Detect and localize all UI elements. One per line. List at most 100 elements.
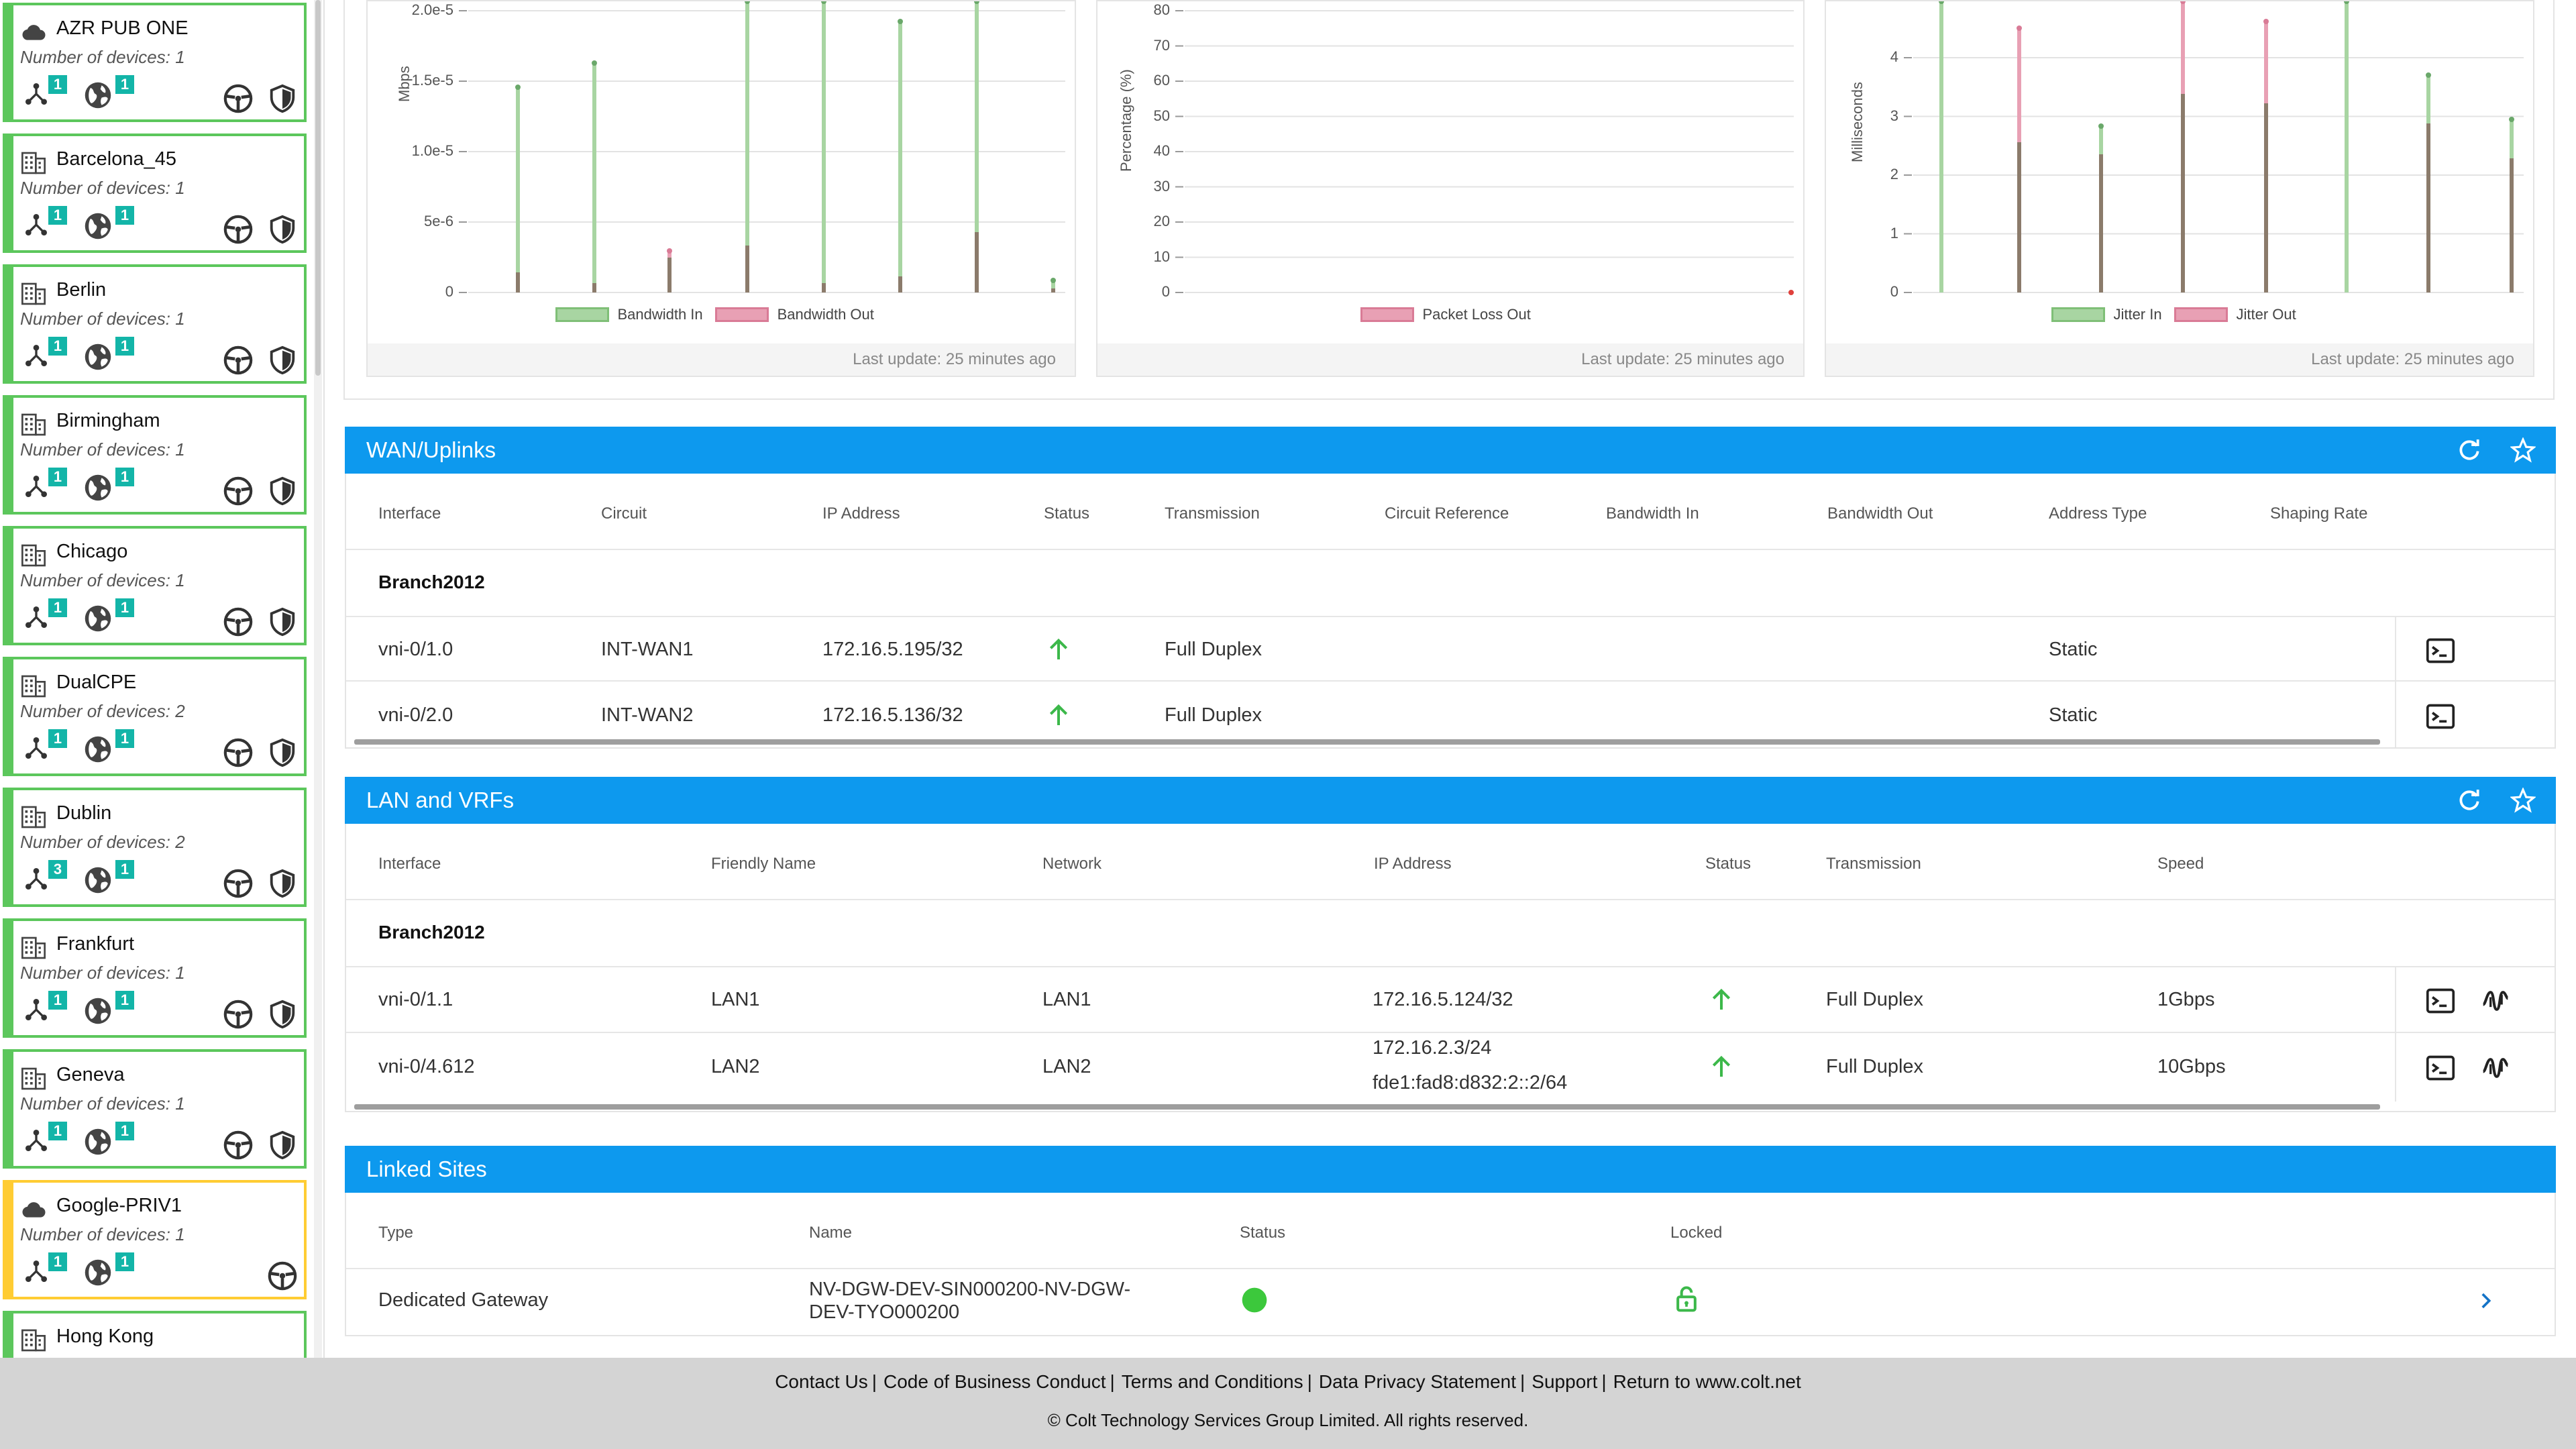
column-header[interactable]: Type	[378, 1224, 413, 1242]
steering-icon[interactable]	[223, 737, 254, 768]
footer-link[interactable]: Return to www.colt.net	[1613, 1371, 1801, 1392]
terminal-icon[interactable]	[2424, 702, 2457, 735]
column-header[interactable]: Locked	[1670, 1224, 1722, 1242]
column-header[interactable]: Interface	[378, 855, 441, 873]
column-header[interactable]: Bandwidth In	[1606, 504, 1699, 523]
ip-address-cell: 172.16.5.124/32	[1373, 989, 1513, 1010]
legend-label-jitter-out[interactable]: Jitter Out	[2237, 306, 2296, 323]
shield-icon[interactable]	[267, 476, 298, 506]
column-header[interactable]: Speed	[2157, 855, 2204, 873]
globe-count-badge: 1	[115, 1122, 134, 1140]
column-header[interactable]: IP Address	[822, 504, 900, 523]
column-header[interactable]: Status	[1240, 1224, 1285, 1242]
footer-link[interactable]: Terms and Conditions	[1122, 1371, 1303, 1392]
favorite-star-icon[interactable]	[2510, 437, 2536, 463]
site-card[interactable]: Barcelona_45 Number of devices: 1 1 1	[3, 133, 307, 253]
site-card[interactable]: Geneva Number of devices: 1 1 1	[3, 1049, 307, 1169]
site-name[interactable]: Frankfurt	[56, 933, 134, 955]
shield-icon[interactable]	[267, 999, 298, 1030]
column-header[interactable]: Friendly Name	[711, 855, 816, 873]
steering-icon[interactable]	[223, 214, 254, 245]
site-name[interactable]: Berlin	[56, 279, 106, 301]
shield-icon[interactable]	[267, 83, 298, 114]
shield-icon[interactable]	[267, 214, 298, 245]
column-header[interactable]: Transmission	[1165, 504, 1260, 523]
terminal-icon[interactable]	[2424, 636, 2457, 669]
footer-link[interactable]: Data Privacy Statement	[1319, 1371, 1516, 1392]
table-row[interactable]: vni-0/4.612 LAN2 LAN2 172.16.2.3/24 fde1:fad…	[346, 1033, 2555, 1102]
column-header[interactable]: Circuit Reference	[1385, 504, 1509, 523]
column-header[interactable]: Interface	[378, 504, 441, 523]
site-card[interactable]: Dublin Number of devices: 2 3 1	[3, 788, 307, 907]
lock-open-icon[interactable]	[1672, 1284, 1701, 1317]
steering-icon[interactable]	[223, 1130, 254, 1161]
footer-link[interactable]: Code of Business Conduct	[883, 1371, 1106, 1392]
site-name[interactable]: Dublin	[56, 802, 111, 824]
site-card[interactable]: Chicago Number of devices: 1 1 1	[3, 526, 307, 645]
legend-label-bandwidth-in[interactable]: Bandwidth In	[617, 306, 702, 323]
site-name[interactable]: Google-PRIV1	[56, 1195, 182, 1217]
column-header[interactable]: Bandwidth Out	[1827, 504, 1933, 523]
sidebar-scrollbar-thumb[interactable]	[315, 0, 321, 376]
column-header[interactable]: Name	[809, 1224, 852, 1242]
favorite-star-icon[interactable]	[2510, 788, 2536, 813]
legend-label-jitter-in[interactable]: Jitter In	[2113, 306, 2161, 323]
site-card[interactable]: Birmingham Number of devices: 1 1 1	[3, 395, 307, 515]
waveform-icon[interactable]	[2481, 1053, 2510, 1086]
site-name[interactable]: Barcelona_45	[56, 148, 176, 170]
column-header[interactable]: Transmission	[1826, 855, 1921, 873]
column-header[interactable]: Circuit	[601, 504, 647, 523]
column-header[interactable]: Network	[1042, 855, 1102, 873]
site-card[interactable]: DualCPE Number of devices: 2 1 1	[3, 657, 307, 776]
site-name[interactable]: AZR PUB ONE	[56, 17, 189, 40]
footer-link[interactable]: Support	[1532, 1371, 1597, 1392]
refresh-icon[interactable]	[2457, 788, 2482, 813]
steering-icon[interactable]	[223, 606, 254, 637]
globe-count-badge: 1	[115, 206, 134, 225]
site-card[interactable]: Frankfurt Number of devices: 1 1 1	[3, 918, 307, 1038]
column-header[interactable]: IP Address	[1374, 855, 1452, 873]
shield-icon[interactable]	[267, 1130, 298, 1161]
steering-icon[interactable]	[223, 476, 254, 506]
steering-icon[interactable]	[223, 999, 254, 1030]
legend-label-bandwidth-out[interactable]: Bandwidth Out	[777, 306, 874, 323]
steering-icon[interactable]	[223, 868, 254, 899]
steering-icon[interactable]	[223, 345, 254, 376]
steering-icon[interactable]	[223, 83, 254, 114]
shield-icon[interactable]	[267, 868, 298, 899]
terminal-icon[interactable]	[2424, 1053, 2457, 1086]
site-card[interactable]: Google-PRIV1 Number of devices: 1 1 1	[3, 1180, 307, 1299]
series-point	[1051, 278, 1056, 283]
refresh-icon[interactable]	[2457, 437, 2482, 463]
column-header[interactable]: Shaping Rate	[2270, 504, 2367, 523]
column-header[interactable]: Address Type	[2049, 504, 2147, 523]
site-card[interactable]: Berlin Number of devices: 1 1 1	[3, 264, 307, 384]
waveform-icon[interactable]	[2481, 986, 2510, 1019]
legend-label-packet-loss-out[interactable]: Packet Loss Out	[1422, 306, 1530, 323]
site-name[interactable]: DualCPE	[56, 672, 136, 694]
site-name[interactable]: Geneva	[56, 1064, 125, 1086]
chevron-right-icon[interactable]	[2474, 1289, 2497, 1316]
table-row[interactable]: vni-0/1.0 INT-WAN1 172.16.5.195/32 Full Dup…	[346, 616, 2555, 682]
site-name[interactable]: Chicago	[56, 541, 127, 563]
horizontal-scrollbar[interactable]	[354, 739, 2380, 745]
column-header[interactable]: Status	[1705, 855, 1751, 873]
terminal-icon[interactable]	[2424, 986, 2457, 1019]
shield-icon[interactable]	[267, 737, 298, 768]
site-name[interactable]: Hong Kong	[56, 1326, 154, 1348]
table-row[interactable]: vni-0/1.1 LAN1 LAN1 172.16.5.124/32 Full Dup…	[346, 967, 2555, 1033]
table-row[interactable]: Dedicated Gateway NV-DGW-DEV-SIN000200-NV…	[346, 1269, 2555, 1335]
shield-icon[interactable]	[267, 345, 298, 376]
series-point	[2017, 25, 2022, 31]
table-row[interactable]: vni-0/2.0 INT-WAN2 172.16.5.136/32 Full Dup…	[346, 682, 2555, 747]
horizontal-scrollbar[interactable]	[354, 1104, 2380, 1110]
footer-link[interactable]: Contact Us	[775, 1371, 868, 1392]
column-header[interactable]: Status	[1044, 504, 1089, 523]
y-tick-label: 40	[1153, 142, 1170, 159]
steering-icon[interactable]	[267, 1260, 298, 1291]
site-name[interactable]: Birmingham	[56, 410, 160, 432]
site-card[interactable]: Hong KongNumber of devices: 2	[3, 1311, 307, 1358]
shield-icon[interactable]	[267, 606, 298, 637]
building-icon	[19, 934, 48, 961]
site-card[interactable]: AZR PUB ONE Number of devices: 1 1 1	[3, 3, 307, 122]
